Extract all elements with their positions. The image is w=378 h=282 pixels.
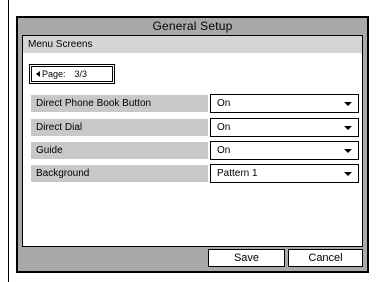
dropdown-value: On [217,145,231,156]
dropdown-value: On [217,98,231,109]
setting-label-direct-phone-book-button: Direct Phone Book Button [31,95,208,112]
left-vertical-rule [8,0,9,282]
page-nav-button[interactable]: Page: 3/3 [29,64,115,84]
window-title: General Setup [18,18,367,35]
chevron-down-icon [344,126,352,130]
cancel-button[interactable]: Cancel [288,249,363,267]
left-triangle-icon [36,71,40,77]
direct-dial-dropdown[interactable]: On [210,118,359,137]
page-number: 3/3 [74,69,88,79]
page-label: Page: [42,69,66,79]
setting-label-guide: Guide [31,142,208,159]
direct-phone-book-button-dropdown[interactable]: On [210,94,359,113]
setting-label-direct-dial: Direct Dial [31,119,208,136]
background-dropdown[interactable]: Pattern 1 [210,164,359,183]
guide-dropdown[interactable]: On [210,141,359,160]
setting-label-background: Background [31,165,208,182]
chevron-down-icon [344,172,352,176]
dropdown-value: Pattern 1 [217,168,258,179]
settings-panel: Menu Screens Page: 3/3 Direct Phone Book … [22,35,363,247]
chevron-down-icon [344,102,352,106]
general-setup-window: General Setup Menu Screens Page: 3/3 Dire… [16,16,369,273]
chevron-down-icon [344,149,352,153]
section-title: Menu Screens [23,36,362,53]
page: General Setup Menu Screens Page: 3/3 Dire… [0,0,378,282]
save-button[interactable]: Save [208,249,285,267]
dropdown-value: On [217,122,231,133]
